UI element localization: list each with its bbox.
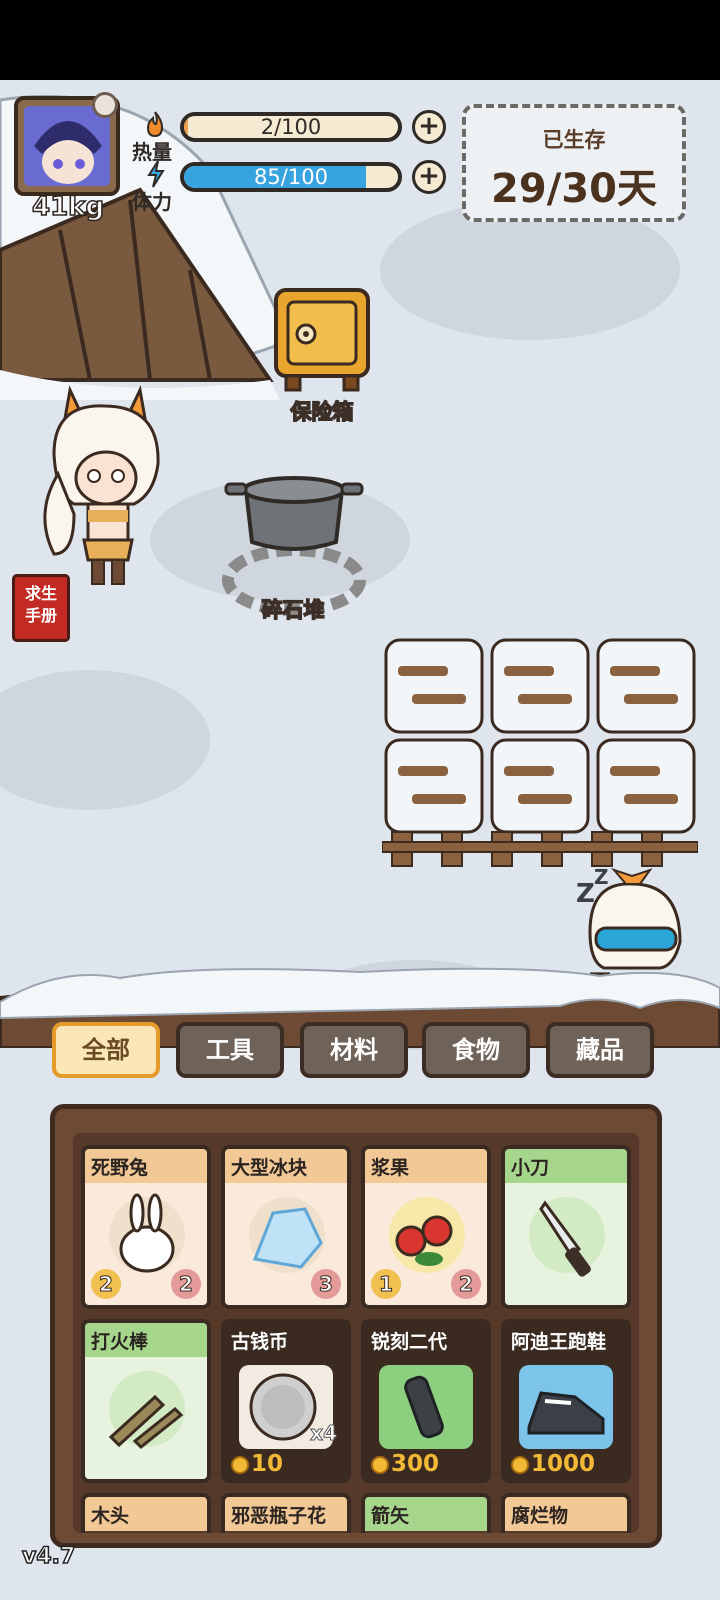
item-multiplier: x4: [310, 1421, 338, 1446]
item-name: 打火棒: [91, 1331, 149, 1353]
item-name: 死野兔: [91, 1157, 149, 1179]
version-label: v4.7: [21, 1543, 76, 1570]
item-name: 腐烂物: [511, 1505, 569, 1527]
item-price: 1000: [511, 1451, 595, 1477]
survival-days: 29/30天: [491, 166, 657, 212]
item-badge-right: 2: [451, 1269, 481, 1299]
heat-bar: 2/100: [180, 112, 402, 142]
safe-icon[interactable]: [272, 286, 372, 394]
item-card[interactable]: 大型冰块 3: [221, 1145, 351, 1309]
tab-collectibles[interactable]: 藏品: [546, 1022, 654, 1078]
svg-text:Z: Z: [576, 879, 595, 909]
inventory-grid: 死野兔 2 2 大型冰块 3 浆果 1 2 小刀 打火棒 古钱币 x4 10 锐…: [73, 1133, 639, 1533]
item-card[interactable]: 箭矢: [361, 1493, 491, 1533]
coin-icon: [231, 1455, 249, 1474]
survival-panel: 已生存 29/30天: [462, 104, 686, 222]
item-price: 300: [371, 1451, 439, 1477]
tab-all[interactable]: 全部: [52, 1022, 160, 1078]
snow-patch: [0, 670, 210, 810]
item-card[interactable]: 邪恶瓶子花: [221, 1493, 351, 1533]
item-name: 邪恶瓶子花: [231, 1505, 327, 1527]
item-card[interactable]: 锐刻二代 300: [361, 1319, 491, 1483]
item-name: 古钱币: [231, 1331, 289, 1353]
inventory-panel: 死野兔 2 2 大型冰块 3 浆果 1 2 小刀 打火棒 古钱币 x4 10 锐…: [50, 1104, 662, 1548]
stamina-bar: 85/100: [180, 162, 402, 192]
coin-icon: [511, 1455, 529, 1474]
tab-tools[interactable]: 工具: [176, 1022, 284, 1078]
fire-starter-icon: [108, 1371, 185, 1450]
settings-gear-icon[interactable]: [92, 92, 118, 118]
tab-materials[interactable]: 材料: [300, 1022, 408, 1078]
item-badge-left: 2: [91, 1269, 121, 1299]
tab-food[interactable]: 食物: [422, 1022, 530, 1078]
add-heat-button[interactable]: +: [412, 110, 446, 144]
item-price-value: 1000: [531, 1451, 596, 1477]
item-name: 浆果: [371, 1157, 410, 1179]
item-name: 小刀: [511, 1157, 550, 1179]
item-name: 木头: [91, 1505, 130, 1527]
player-character[interactable]: [34, 384, 174, 590]
heat-value: 2/100: [260, 115, 322, 139]
item-price-value: 300: [391, 1451, 440, 1477]
survival-title: 已生存: [542, 128, 606, 152]
item-price-value: 10: [251, 1451, 284, 1477]
add-stamina-button[interactable]: +: [412, 160, 446, 194]
item-card[interactable]: 浆果 1 2: [361, 1145, 491, 1309]
svg-text:Z: Z: [594, 865, 609, 889]
manual-label-line2: 手册: [24, 606, 57, 625]
safe-label: 保险箱: [290, 399, 355, 425]
survival-manual-button[interactable]: 求生 手册: [12, 574, 70, 642]
item-card[interactable]: 腐烂物: [501, 1493, 631, 1533]
knife-icon: [529, 1197, 605, 1277]
item-name: 阿迪王跑鞋: [511, 1331, 607, 1353]
sleeping-character-icon[interactable]: Z Z: [570, 862, 690, 972]
player-weight: 41kg: [31, 191, 105, 223]
game-screen: 41kg 热量 2/100 + 体力 85/100 + 已生存 29/30天 保…: [0, 0, 720, 1600]
manual-label-line1: 求生: [24, 584, 57, 603]
avatar-image: [24, 106, 110, 186]
item-card[interactable]: 阿迪王跑鞋 1000: [501, 1319, 631, 1483]
item-badge-right: 3: [311, 1269, 341, 1299]
stamina-label: 体力: [132, 190, 172, 214]
item-card[interactable]: 小刀: [501, 1145, 631, 1309]
rubble-label: 碎石堆: [261, 597, 326, 623]
farm-plots[interactable]: [382, 636, 698, 870]
item-card[interactable]: 死野兔 2 2: [81, 1145, 211, 1309]
vape-device-icon: [379, 1365, 473, 1449]
status-bar-area: [0, 0, 720, 80]
item-name: 箭矢: [371, 1505, 410, 1527]
item-card[interactable]: 打火棒: [81, 1319, 211, 1483]
item-name: 锐刻二代: [371, 1331, 448, 1353]
item-price: 10: [231, 1451, 283, 1477]
sneaker-icon: [519, 1365, 613, 1449]
coin-icon: [371, 1455, 389, 1474]
flame-icon: [146, 111, 164, 138]
stamina-value: 85/100: [254, 165, 328, 189]
item-name: 大型冰块: [231, 1157, 308, 1179]
item-card[interactable]: 木头: [81, 1493, 211, 1533]
item-badge-left: 1: [371, 1269, 401, 1299]
lightning-icon: [147, 160, 165, 188]
item-card[interactable]: 古钱币 x4 10: [221, 1319, 351, 1483]
item-badge-right: 2: [171, 1269, 201, 1299]
